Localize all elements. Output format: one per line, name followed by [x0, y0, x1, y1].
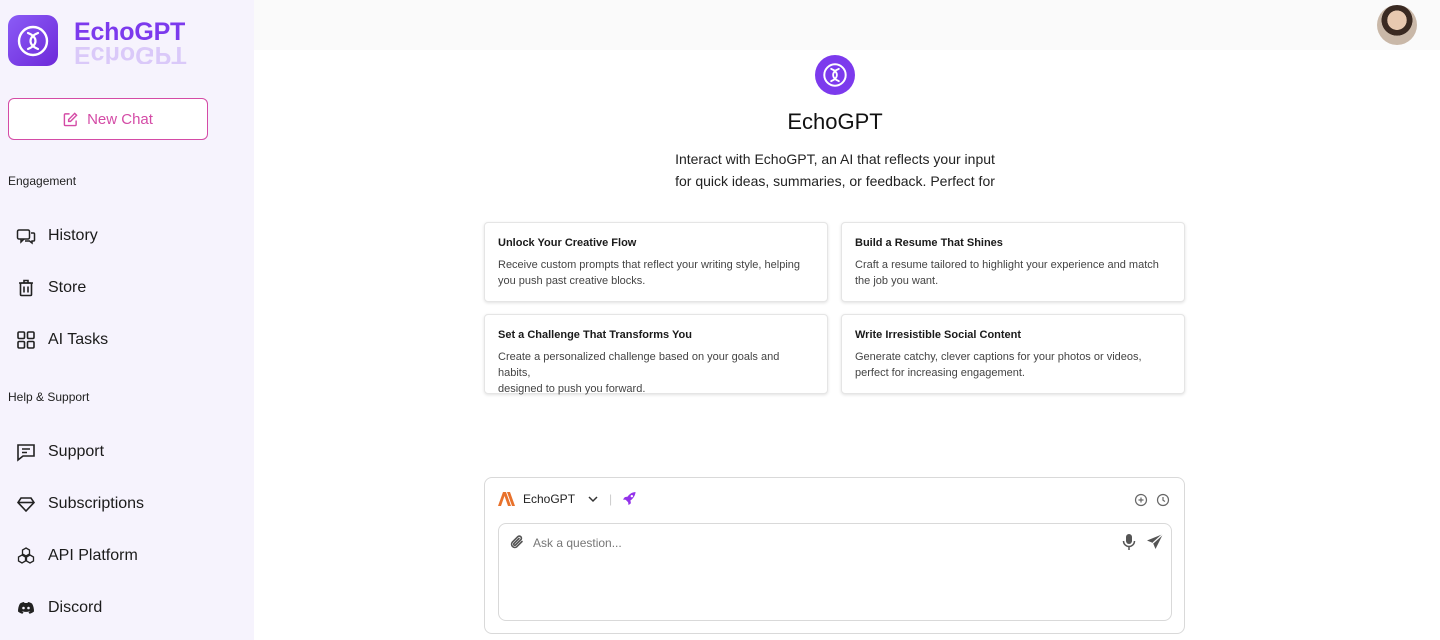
- hero-description: Interact with EchoGPT, an AI that reflec…: [635, 148, 1035, 192]
- suggestion-card-creative-flow[interactable]: Unlock Your Creative Flow Receive custom…: [484, 222, 828, 302]
- sidebar-item-ai-tasks[interactable]: AI Tasks: [16, 326, 108, 354]
- toolbar-separator: |: [609, 491, 613, 506]
- sidebar-item-label: AI Tasks: [48, 331, 109, 348]
- composer-actions: [1134, 493, 1170, 507]
- sidebar-item-store[interactable]: Store: [16, 274, 86, 302]
- sidebar-item-label: API Platform: [48, 547, 138, 564]
- trash-icon: [16, 278, 36, 298]
- grid-icon: [16, 330, 36, 350]
- edit-icon: [63, 111, 78, 126]
- model-selector[interactable]: EchoGPT: [523, 492, 599, 506]
- hero-description-line: for quick ideas, summaries, or feedback.…: [675, 173, 995, 189]
- message-icon: [16, 442, 36, 462]
- history-icon: [16, 226, 36, 246]
- hero-title: EchoGPT: [787, 109, 883, 134]
- chat-composer: EchoGPT |: [484, 477, 1185, 634]
- card-description-line: designed to push you forward.: [498, 383, 646, 395]
- sidebar-item-label: Support: [48, 443, 105, 460]
- question-input[interactable]: [533, 536, 1093, 550]
- brand[interactable]: EchoGPT EchoGPT: [8, 15, 187, 66]
- card-description-line: the job you want.: [855, 275, 939, 287]
- sidebar-item-history[interactable]: History: [16, 222, 98, 250]
- sidebar-item-label: Discord: [48, 599, 103, 616]
- card-description: Create a personalized challenge based on…: [498, 349, 814, 397]
- question-input-box[interactable]: [498, 523, 1172, 621]
- card-title: Unlock Your Creative Flow: [498, 237, 637, 249]
- card-description: Receive custom prompts that reflect your…: [498, 257, 814, 289]
- echogpt-hero-icon: [815, 55, 855, 95]
- card-title: Build a Resume That Shines: [855, 237, 1003, 249]
- suggestion-card-resume[interactable]: Build a Resume That Shines Craft a resum…: [841, 222, 1185, 302]
- hero-description-line: Interact with EchoGPT, an AI that reflec…: [675, 151, 995, 167]
- clock-icon[interactable]: [1156, 493, 1170, 507]
- card-description-line: Craft a resume tailored to highlight you…: [855, 259, 1159, 271]
- composer-toolbar: EchoGPT |: [498, 491, 637, 506]
- rocket-icon[interactable]: [622, 491, 637, 506]
- model-logo-icon: [498, 491, 516, 506]
- card-title: Write Irresistible Social Content: [855, 329, 1022, 341]
- card-description-line: Receive custom prompts that reflect your…: [498, 259, 801, 271]
- card-description-line: perfect for increasing engagement.: [855, 367, 1025, 379]
- blocks-icon: [16, 546, 36, 566]
- card-title: Set a Challenge That Transforms You: [498, 329, 692, 341]
- send-icon[interactable]: [1146, 533, 1164, 551]
- echogpt-logo-icon: [8, 15, 58, 66]
- card-description: Generate catchy, clever captions for you…: [855, 349, 1171, 381]
- card-description-line: you push past creative blocks.: [498, 275, 646, 287]
- model-name: EchoGPT: [523, 491, 576, 506]
- new-chat-label: New Chat: [87, 110, 153, 128]
- chevron-down-icon: [588, 495, 598, 502]
- sidebar-item-label: Store: [48, 279, 87, 296]
- sidebar-item-discord[interactable]: Discord: [16, 594, 102, 622]
- top-bar: [254, 0, 1440, 50]
- paperclip-icon[interactable]: [509, 534, 525, 550]
- brand-name-reflection: EchoGPT: [74, 46, 187, 64]
- sidebar-item-api-platform[interactable]: API Platform: [16, 542, 138, 570]
- card-description: Craft a resume tailored to highlight you…: [855, 257, 1171, 289]
- sidebar-item-subscriptions[interactable]: Subscriptions: [16, 490, 144, 518]
- user-avatar[interactable]: [1377, 5, 1417, 45]
- microphone-icon[interactable]: [1122, 533, 1136, 551]
- add-circle-icon[interactable]: [1134, 493, 1148, 507]
- sidebar-item-label: History: [48, 227, 98, 244]
- discord-icon: [16, 598, 36, 618]
- suggestion-card-challenge[interactable]: Set a Challenge That Transforms You Crea…: [484, 314, 828, 397]
- brand-name: EchoGPT: [74, 18, 186, 46]
- sidebar-item-support[interactable]: Support: [16, 438, 104, 466]
- card-description-line: Create a personalized challenge based on…: [498, 351, 780, 379]
- suggestion-card-social-content[interactable]: Write Irresistible Social Content Genera…: [841, 314, 1185, 394]
- diamond-icon: [16, 494, 36, 514]
- section-label-engagement: Engagement: [8, 174, 77, 188]
- sidebar-item-label: Subscriptions: [48, 495, 145, 512]
- sidebar: EchoGPT EchoGPT New Chat Engagement Hist…: [0, 0, 254, 640]
- card-description-line: Generate catchy, clever captions for you…: [855, 351, 1142, 363]
- new-chat-button[interactable]: New Chat: [8, 98, 208, 140]
- section-label-help-support: Help & Support: [8, 390, 90, 404]
